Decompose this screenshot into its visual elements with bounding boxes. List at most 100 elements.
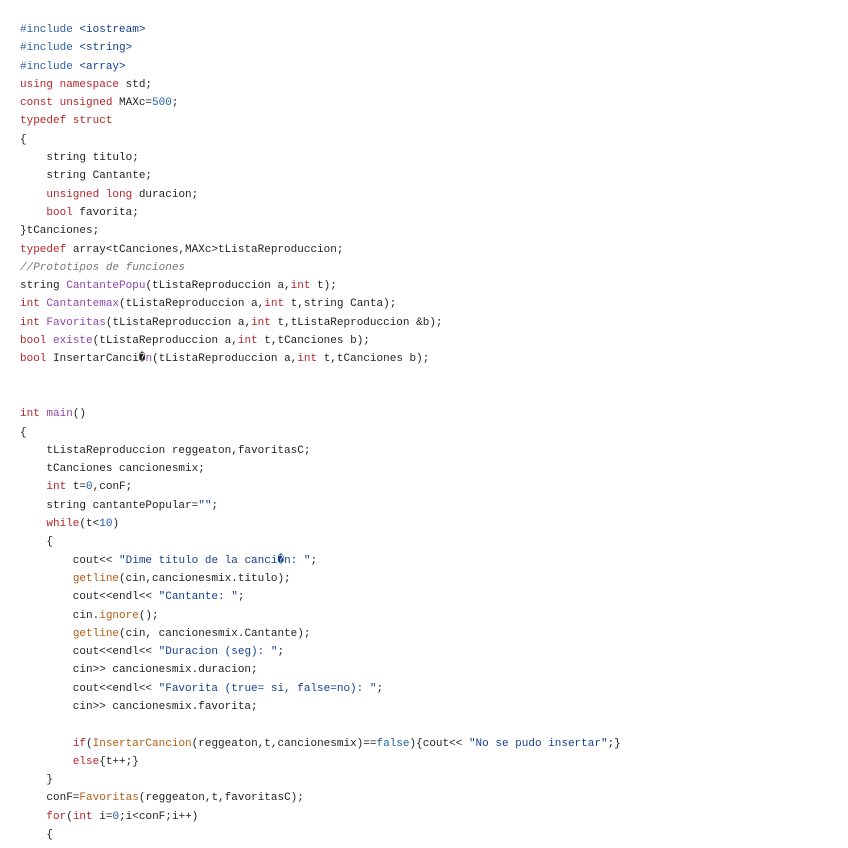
- keyword-token: int: [20, 316, 40, 329]
- code-line: else{t++;}: [20, 753, 848, 771]
- code-line: cin.ignore();: [20, 607, 848, 625]
- string-literal-token: "No se pudo insertar": [468, 737, 608, 750]
- keyword-token: for: [46, 810, 67, 823]
- code-line: const unsigned MAXc=500;: [20, 94, 848, 112]
- code-text-token: t);: [310, 280, 337, 293]
- function-call-token: InsertarCancion: [92, 737, 192, 750]
- code-text-token: MAXc=: [112, 97, 153, 110]
- number-literal-token: 500: [152, 97, 172, 110]
- code-text-token: {t++;}: [99, 755, 139, 768]
- number-literal-token: false: [376, 737, 410, 750]
- code-text-token: ();: [138, 609, 159, 622]
- function-call-token: getline: [72, 627, 120, 640]
- keyword-token: int: [297, 353, 318, 366]
- code-line: for(int i=0;i<conF;i++): [20, 808, 848, 826]
- preprocessor-token: #include: [20, 60, 80, 73]
- code-text-token: i=: [92, 810, 113, 823]
- keyword-token: while: [46, 518, 80, 531]
- code-text-token: ;: [171, 97, 179, 110]
- code-text-token: (tListaReproduccion a,: [145, 280, 291, 293]
- code-line: cout<<endl<< "Duracion (seg): ";: [20, 643, 848, 661]
- string-literal-token: "": [198, 499, 212, 512]
- code-text-token: std;: [119, 78, 153, 91]
- code-line: if(InsertarCancion(reggeaton,t,canciones…: [20, 735, 848, 753]
- keyword-token: if: [72, 737, 87, 750]
- code-line: #include <string>: [20, 39, 848, 57]
- code-line: typedef struct: [20, 112, 848, 130]
- code-text-token: (tListaReproduccion a,: [92, 335, 238, 348]
- code-text-token: cout<<endl<<: [20, 682, 159, 695]
- code-line: int main(): [20, 405, 848, 423]
- keyword-token: int: [20, 298, 40, 311]
- code-text-token: string cantantePopular=: [20, 499, 199, 512]
- code-text-token: (reggeaton,t,favoritasC);: [138, 792, 304, 805]
- code-text-token: (reggeaton,t,cancionesmix)==: [191, 737, 377, 750]
- code-line: #include <array>: [20, 58, 848, 76]
- code-line: {: [20, 131, 848, 149]
- code-text-token: (): [72, 408, 87, 421]
- code-text-token: string Cantante;: [20, 170, 153, 183]
- code-text-token: t,tListaReproduccion &b);: [270, 316, 443, 329]
- code-text-token: t,tCanciones b);: [317, 353, 430, 366]
- code-text-token: (tListaReproduccion a,: [105, 316, 252, 329]
- code-line: getline(cin,cancionesmix.titulo);: [20, 570, 848, 588]
- function-name-token: existe: [53, 335, 93, 348]
- keyword-token: typedef struct: [20, 115, 113, 128]
- code-text-token: ): [112, 518, 120, 531]
- code-text-token: cin.: [20, 609, 100, 622]
- code-text-token: {: [20, 536, 54, 549]
- code-line: tCanciones cancionesmix;: [20, 460, 848, 478]
- code-text-token: favorita;: [72, 206, 139, 219]
- code-line: cin>> cancionesmix.duracion;: [20, 661, 848, 679]
- code-text-token: t,string Canta);: [284, 298, 397, 311]
- code-line: {: [20, 826, 848, 844]
- comment-token: //Prototipos de funciones: [20, 261, 186, 274]
- function-name-token: main: [46, 408, 73, 421]
- code-text-token: (cin, cancionesmix.Cantante);: [119, 627, 311, 640]
- code-text-token: cout<<endl<<: [20, 591, 159, 604]
- string-literal-token: "Favorita (true= si, false=no): ": [158, 682, 377, 695]
- function-name-token: Cantantemax: [46, 298, 120, 311]
- code-line: conF=Favoritas(reggeaton,t,favoritasC);: [20, 789, 848, 807]
- code-text-token: t=: [66, 481, 87, 494]
- function-call-token: getline: [72, 572, 120, 585]
- code-text-token: cin>> cancionesmix.duracion;: [20, 664, 258, 677]
- string-literal-token: <iostream>: [79, 24, 146, 36]
- code-line: typedef array<tCanciones,MAXc>tListaRepr…: [20, 241, 848, 259]
- keyword-token: int: [251, 316, 271, 329]
- code-line: tListaReproduccion reggeaton,favoritasC;: [20, 442, 848, 460]
- code-text-token: (: [86, 737, 93, 750]
- code-text-token: cout<<: [20, 554, 120, 567]
- keyword-token: else: [72, 755, 100, 768]
- code-line: unsigned long duracion;: [20, 186, 848, 204]
- code-line: }tCanciones;: [20, 222, 848, 240]
- code-line: #include <iostream>: [20, 21, 848, 39]
- code-text-token: (tListaReproduccion a,: [152, 353, 298, 366]
- code-line: bool existe(tListaReproduccion a,int t,t…: [20, 332, 848, 350]
- code-line: //Prototipos de funciones: [20, 259, 848, 277]
- keyword-token: using namespace: [20, 78, 120, 91]
- code-text-token: {: [20, 426, 27, 439]
- function-name-token: Favoritas: [46, 316, 106, 329]
- code-text-token: }tCanciones;: [20, 225, 100, 238]
- code-text-token: ,conF;: [92, 481, 133, 494]
- code-line: using namespace std;: [20, 76, 848, 94]
- code-text-token: }: [20, 774, 54, 787]
- code-line: cout<<endl<< "Cantante: ";: [20, 588, 848, 606]
- code-line: bool InsertarCanci�n(tListaReproduccion …: [20, 350, 848, 368]
- keyword-token: int: [290, 280, 311, 293]
- code-text-token: ;: [376, 682, 384, 695]
- code-text-token: InsertarCanci�: [46, 353, 146, 366]
- code-line: cout<<endl<< "Favorita (true= si, false=…: [20, 680, 848, 698]
- code-line: string titulo;: [20, 149, 848, 167]
- code-text-token: cout<<endl<<: [20, 646, 159, 659]
- code-line: {: [20, 533, 848, 551]
- code-line: cin>> cancionesmix.favorita;: [20, 698, 848, 716]
